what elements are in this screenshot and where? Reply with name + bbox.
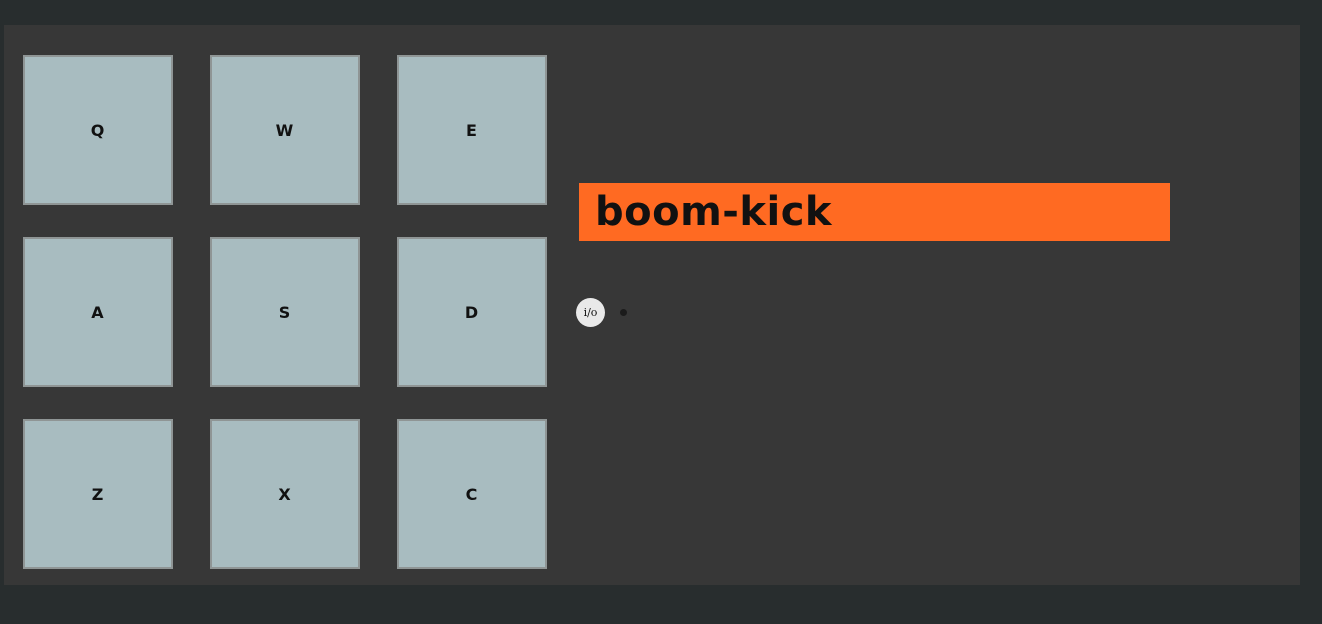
drum-pad-label: E	[466, 120, 478, 140]
drum-pad-a[interactable]: A	[23, 237, 173, 387]
drum-pad-s[interactable]: S	[210, 237, 360, 387]
drum-pad-label: W	[275, 120, 295, 140]
power-indicator-dot	[620, 309, 627, 316]
drum-pad-label: S	[278, 302, 292, 322]
drum-pad-w[interactable]: W	[210, 55, 360, 205]
drum-pad-e[interactable]: E	[397, 55, 547, 205]
drum-pad-label: Q	[90, 120, 106, 140]
power-toggle-button[interactable]: i/o	[576, 298, 605, 327]
sound-display: boom-kick	[579, 183, 1170, 241]
drum-pad-c[interactable]: C	[397, 419, 547, 569]
power-toggle-label: i/o	[583, 306, 598, 319]
sound-display-text: boom-kick	[595, 189, 832, 235]
drum-machine-panel: Q W E A S D Z X C boom-kick i/o	[4, 25, 1300, 585]
drum-pad-label: A	[91, 302, 105, 322]
drum-pad-label: C	[465, 484, 479, 504]
drum-pad-label: D	[464, 302, 480, 322]
drum-pad-label: Z	[91, 484, 105, 504]
drum-pad-label: X	[278, 484, 292, 504]
drum-pad-q[interactable]: Q	[23, 55, 173, 205]
drum-pad-d[interactable]: D	[397, 237, 547, 387]
drum-pad-z[interactable]: Z	[23, 419, 173, 569]
drum-pad-x[interactable]: X	[210, 419, 360, 569]
